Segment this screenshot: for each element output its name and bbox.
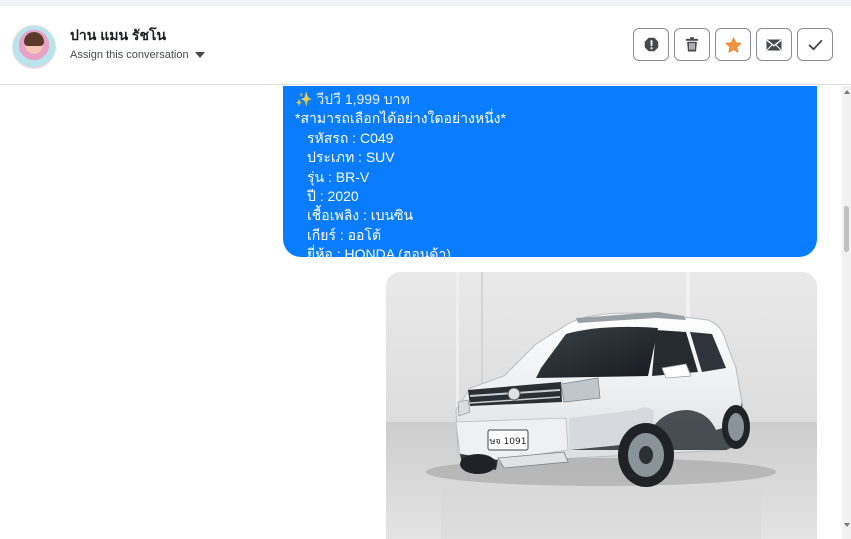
detail-type: ประเภท : SUV <box>307 149 395 166</box>
star-button[interactable] <box>715 28 751 61</box>
contact-name: ปาน แมน รัชโน <box>70 27 167 43</box>
report-icon <box>644 37 658 52</box>
car-photo-attachment[interactable]: ษจ 1091 <box>386 272 817 539</box>
delete-button[interactable] <box>674 28 710 61</box>
vertical-scrollbar[interactable] <box>842 86 851 539</box>
message-note: *สามารถเลือกได้อย่างใดอย่างหนึ่ง* <box>295 110 506 127</box>
report-button[interactable] <box>633 28 669 61</box>
mark-done-button[interactable] <box>797 28 833 61</box>
detail-transmission: เกียร์ : ออโต้ <box>307 226 382 243</box>
message-bubble[interactable]: ✨ วีปวี 1,999 บาท *สามารถเลือกได้อย่างใด… <box>283 86 817 262</box>
license-plate-text: ษจ 1091 <box>490 437 527 447</box>
scroll-up-icon[interactable] <box>844 90 850 94</box>
header-toolbar <box>633 28 833 61</box>
envelope-icon <box>766 39 782 50</box>
avatar[interactable] <box>12 25 56 69</box>
detail-year: ปี : 2020 <box>307 188 359 205</box>
message-partial-line: ✨ วีปวี 1,999 บาท <box>295 91 410 107</box>
detail-brand: ยี่ห้อ : HONDA (ฮอนด้า) <box>307 246 451 263</box>
caret-down-icon <box>194 52 205 58</box>
scroll-down-icon[interactable] <box>844 523 850 527</box>
scrollbar-thumb[interactable] <box>844 206 849 252</box>
assign-label: Assign this conversation <box>70 49 189 61</box>
conversation-header: ปาน แมน รัชโน Assign this conversation <box>0 6 851 85</box>
mark-unread-button[interactable] <box>756 28 792 61</box>
assign-conversation-dropdown[interactable]: Assign this conversation <box>70 49 205 61</box>
detail-model: รุ่น : BR-V <box>307 168 370 185</box>
checkmark-icon <box>808 39 822 50</box>
detail-car-code: รหัสรถ : C049 <box>307 129 394 146</box>
message-thread: ✨ วีปวี 1,999 บาท *สามารถเลือกได้อย่างใด… <box>0 86 841 539</box>
car-photo: ษจ 1091 <box>386 272 817 539</box>
trash-icon <box>685 37 699 52</box>
detail-fuel: เชื้อเพลิง : เบนซิน <box>307 207 414 224</box>
star-icon <box>725 36 741 53</box>
